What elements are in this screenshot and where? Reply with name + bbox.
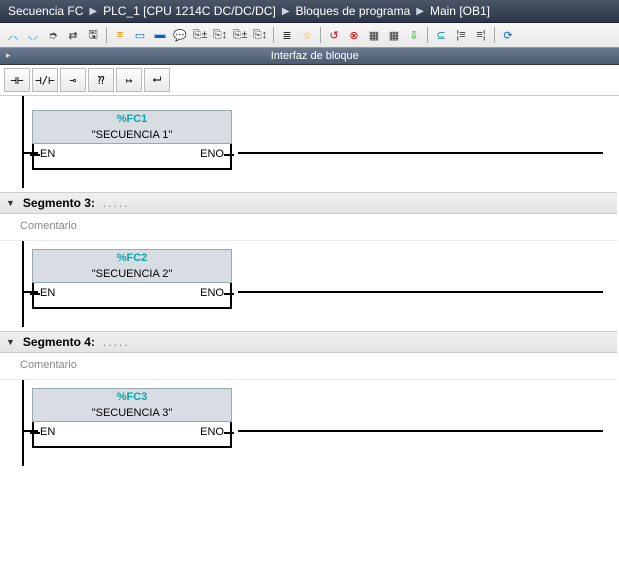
power-rail: [22, 380, 24, 466]
ladder-toolbar: ⊣⊢ ⊣/⊢ ⊸ ⁇ ↦ ⮠: [0, 65, 619, 96]
toolbar-btn[interactable]: ≡: [111, 26, 129, 44]
segment-comment[interactable]: Comentario: [0, 214, 617, 241]
collapse-triangle-icon[interactable]: ▼: [6, 198, 15, 208]
toolbar-btn[interactable]: ⸝⸜: [4, 26, 22, 44]
pin-en: EN: [40, 287, 55, 299]
pin-eno: ENO: [200, 148, 224, 160]
wire: [238, 430, 603, 432]
ladder-branch-open[interactable]: ↦: [116, 68, 142, 92]
breadcrumb-item[interactable]: Bloques de programa: [296, 4, 411, 18]
network: ▼ Segmento 4: ..... Comentario %FC3 "SEC…: [0, 331, 617, 466]
collapse-arrow-icon[interactable]: ▸: [6, 50, 11, 61]
toolbar-separator: [106, 27, 107, 43]
interface-bar[interactable]: ▸ Interfaz de bloque: [0, 48, 619, 65]
fc-name: "SECUENCIA 2": [32, 266, 232, 283]
editor-content[interactable]: %FC1 "SECUENCIA 1" EN ENO ▼ Segmento 3: …: [0, 96, 619, 576]
ladder-branch-close[interactable]: ⮠: [144, 68, 170, 92]
pin-en: EN: [40, 426, 55, 438]
fc-body: EN ENO: [32, 283, 232, 309]
toolbar-separator: [320, 27, 321, 43]
toolbar-btn[interactable]: ⊆: [432, 26, 450, 44]
wire: [238, 152, 603, 154]
network: %FC1 "SECUENCIA 1" EN ENO: [0, 96, 617, 188]
chevron-right-icon: ▶: [416, 6, 424, 17]
collapse-triangle-icon[interactable]: ▼: [6, 337, 15, 347]
toolbar-btn[interactable]: ▭: [131, 26, 149, 44]
segment-dots: .....: [103, 196, 130, 210]
segment-title: Segmento 3:: [23, 196, 95, 210]
wire: [238, 291, 603, 293]
fc-call-block[interactable]: %FC2 "SECUENCIA 2" EN ENO: [32, 249, 232, 309]
toolbar-btn[interactable]: ⎘↕: [211, 26, 229, 44]
toolbar-btn[interactable]: ⟳: [499, 26, 517, 44]
chevron-right-icon: ▶: [282, 6, 290, 17]
ladder-contact-nc[interactable]: ⊣/⊢: [32, 68, 58, 92]
pin-eno: ENO: [200, 426, 224, 438]
chevron-right-icon: ▶: [89, 6, 97, 17]
rung[interactable]: %FC2 "SECUENCIA 2" EN ENO: [0, 241, 617, 327]
toolbar-btn[interactable]: ▦: [385, 26, 403, 44]
toolbar-btn[interactable]: ⇩: [405, 26, 423, 44]
segment-comment[interactable]: Comentario: [0, 353, 617, 380]
fc-body: EN ENO: [32, 144, 232, 170]
toolbar-btn[interactable]: 🖫: [84, 26, 102, 44]
toolbar-btn[interactable]: ⸜⸝: [24, 26, 42, 44]
toolbar-separator: [427, 27, 428, 43]
segment-header[interactable]: ▼ Segmento 3: .....: [0, 192, 617, 214]
breadcrumb-bar: Secuencia FC ▶ PLC_1 [CPU 1214C DC/DC/DC…: [0, 0, 619, 23]
fc-address: %FC2: [32, 249, 232, 266]
toolbar-btn[interactable]: ↺: [325, 26, 343, 44]
power-rail: [22, 241, 24, 327]
fc-call-block[interactable]: %FC3 "SECUENCIA 3" EN ENO: [32, 388, 232, 448]
toolbar-btn[interactable]: ⎘±: [231, 26, 249, 44]
toolbar-btn[interactable]: ¦≡: [452, 26, 470, 44]
interface-label: Interfaz de bloque: [271, 50, 359, 62]
toolbar-btn[interactable]: ≡¦: [472, 26, 490, 44]
rung[interactable]: %FC3 "SECUENCIA 3" EN ENO: [0, 380, 617, 466]
breadcrumb-item[interactable]: PLC_1 [CPU 1214C DC/DC/DC]: [103, 4, 276, 18]
fc-name: "SECUENCIA 1": [32, 127, 232, 144]
pin-eno: ENO: [200, 287, 224, 299]
ladder-contact-no[interactable]: ⊣⊢: [4, 68, 30, 92]
fc-name: "SECUENCIA 3": [32, 405, 232, 422]
toolbar-btn[interactable]: ▦: [365, 26, 383, 44]
toolbar-btn[interactable]: ☆: [298, 26, 316, 44]
segment-title: Segmento 4:: [23, 335, 95, 349]
segment-header[interactable]: ▼ Segmento 4: .....: [0, 331, 617, 353]
toolbar-btn[interactable]: ≣: [278, 26, 296, 44]
fc-body: EN ENO: [32, 422, 232, 448]
main-toolbar: ⸝⸜ ⸜⸝ ➮ ⇄ 🖫 ≡ ▭ ▬ 💬 ⎘± ⎘↕ ⎘± ⎘↕ ≣ ☆ ↺ ⊗ …: [0, 23, 619, 48]
segment-dots: .....: [103, 335, 130, 349]
fc-address: %FC3: [32, 388, 232, 405]
network: ▼ Segmento 3: ..... Comentario %FC2 "SEC…: [0, 192, 617, 327]
toolbar-btn[interactable]: ▬: [151, 26, 169, 44]
ladder-empty-box[interactable]: ⁇: [88, 68, 114, 92]
toolbar-btn[interactable]: ⊗: [345, 26, 363, 44]
pin-en: EN: [40, 148, 55, 160]
toolbar-btn[interactable]: ⇄: [64, 26, 82, 44]
toolbar-btn[interactable]: 💬: [171, 26, 189, 44]
rung[interactable]: %FC1 "SECUENCIA 1" EN ENO: [0, 96, 617, 188]
ladder-coil[interactable]: ⊸: [60, 68, 86, 92]
breadcrumb-item[interactable]: Secuencia FC: [8, 4, 83, 18]
breadcrumb-item[interactable]: Main [OB1]: [430, 4, 490, 18]
toolbar-separator: [273, 27, 274, 43]
toolbar-btn[interactable]: ⎘↕: [251, 26, 269, 44]
fc-address: %FC1: [32, 110, 232, 127]
toolbar-separator: [494, 27, 495, 43]
toolbar-btn[interactable]: ➮: [44, 26, 62, 44]
toolbar-btn[interactable]: ⎘±: [191, 26, 209, 44]
fc-call-block[interactable]: %FC1 "SECUENCIA 1" EN ENO: [32, 110, 232, 170]
power-rail: [22, 96, 24, 188]
